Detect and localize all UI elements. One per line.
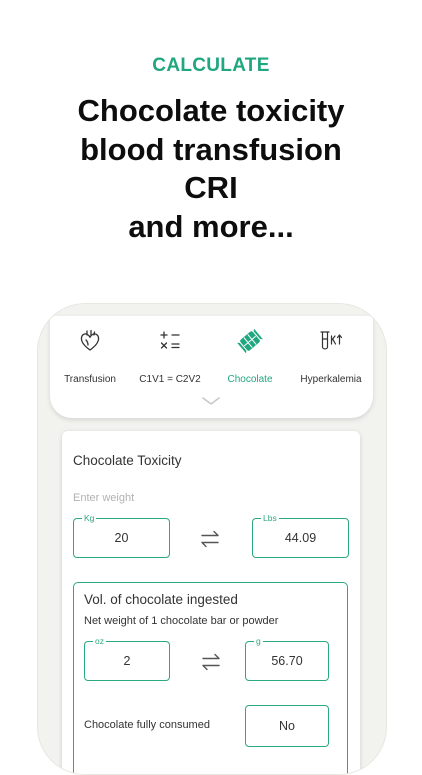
heart-icon [80,329,100,351]
tab-transfusion[interactable]: Transfusion [50,326,130,386]
weight-lbs-field[interactable]: Lbs 44.09 [252,513,349,558]
chevron-down-icon[interactable] [200,394,222,408]
headline-line: Chocolate toxicity [77,93,345,128]
chocolate-section: Vol. of chocolate ingested Net weight of… [73,582,348,774]
section-title: Vol. of chocolate ingested [84,592,238,607]
swap-units-icon[interactable] [199,528,221,550]
consumed-label: Chocolate fully consumed [84,719,210,731]
promo-kicker: CALCULATE [152,55,270,76]
headline-line: and more... [128,208,294,244]
tab-label: C1V1 = C2V2 [139,374,201,385]
swap-units-icon[interactable] [200,651,222,673]
field-value: 56.70 [271,654,303,668]
phone-frame: Transfusion C1V1 = C2V2 Chocolate Hyperk… [37,303,387,775]
chocolate-icon [237,329,263,353]
field-label: g [254,636,263,646]
field-value: 20 [114,531,129,545]
card-title: Chocolate Toxicity [73,453,182,468]
tab-chocolate[interactable]: Chocolate [210,326,290,386]
test-tube-potassium-icon [320,331,343,350]
chocolate-g-field[interactable]: g 56.70 [245,636,329,681]
section-subtitle: Net weight of 1 chocolate bar or powder [84,615,279,627]
tab-label: Transfusion [64,374,116,385]
consumed-select[interactable]: No [245,705,329,747]
weight-hint: Enter weight [73,492,135,504]
tab-label: Chocolate [227,374,273,385]
headline-line: blood transfusion [80,131,342,167]
field-label: Kg [82,513,97,523]
tab-c1v1[interactable]: C1V1 = C2V2 [130,326,210,386]
field-value: 44.09 [284,531,317,545]
promo-headline: Chocolate toxicity blood transfusion CRI… [0,92,422,246]
tab-hyperkalemia[interactable]: Hyperkalemia [291,326,371,386]
field-value: 2 [123,654,131,668]
tab-label: Hyperkalemia [300,374,362,385]
tab-bar: Transfusion C1V1 = C2V2 Chocolate Hyperk… [50,316,373,418]
field-label: Lbs [261,513,279,523]
field-label: oz [93,636,106,646]
calculator-card: Chocolate Toxicity Enter weight Kg 20 Lb… [62,431,360,774]
chocolate-oz-field[interactable]: oz 2 [84,636,170,681]
headline-line: CRI [184,170,238,205]
weight-kg-field[interactable]: Kg 20 [73,513,170,558]
math-operators-icon [160,331,180,349]
